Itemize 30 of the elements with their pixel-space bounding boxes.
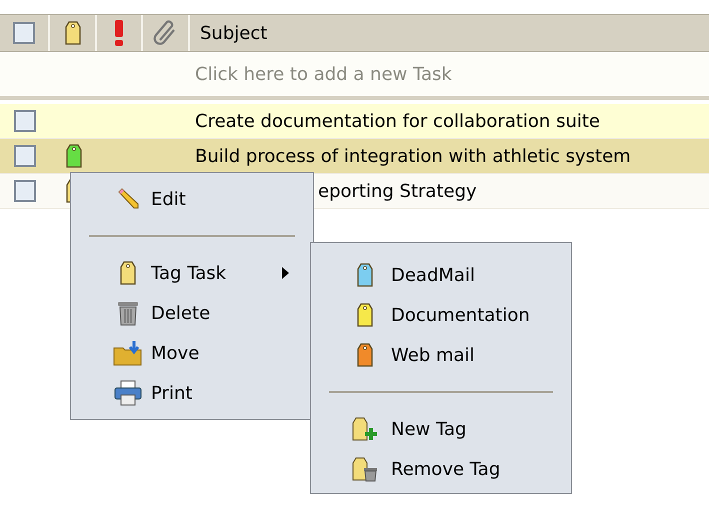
- menu-item[interactable]: Remove Tag: [311, 449, 571, 489]
- menu-item[interactable]: DeadMail: [311, 255, 571, 295]
- task-subject: Create documentation for collaboration suite: [194, 110, 600, 134]
- menu-item[interactable]: New Tag: [311, 409, 571, 449]
- task-row[interactable]: Create documentation for collaboration suite: [0, 104, 709, 139]
- folder-icon: [113, 340, 143, 366]
- menu-item[interactable]: Print: [71, 373, 313, 413]
- checkbox[interactable]: [14, 110, 36, 132]
- menu-item[interactable]: Tag Task: [71, 253, 313, 293]
- tag-remove-icon: [351, 456, 379, 482]
- menu-item[interactable]: Documentation: [311, 295, 571, 335]
- task-subject: eporting Strategy: [317, 180, 477, 204]
- checkbox[interactable]: [14, 180, 36, 202]
- tag-icon: [64, 20, 82, 46]
- menu-item[interactable]: Move: [71, 333, 313, 373]
- menu-item[interactable]: Delete: [71, 293, 313, 333]
- task-subject: Build process of integration with athletic system: [194, 144, 631, 168]
- column-header[interactable]: Subject: [190, 20, 268, 46]
- task-row[interactable]: Build process of integration with athletic system: [0, 139, 709, 174]
- menu-item[interactable]: Web mail: [311, 335, 571, 375]
- checkbox[interactable]: [14, 145, 36, 167]
- trash-icon: [116, 300, 140, 326]
- pencil-icon: [116, 188, 140, 210]
- tag-icon: [119, 260, 137, 286]
- submenu-arrow-icon: [282, 267, 289, 279]
- new-task-field[interactable]: Click here to add a new Task: [0, 52, 709, 100]
- tag-add-icon: [351, 416, 379, 442]
- printer-icon: [114, 380, 142, 406]
- checkbox[interactable]: [13, 22, 35, 44]
- exclamation-icon: [114, 19, 124, 47]
